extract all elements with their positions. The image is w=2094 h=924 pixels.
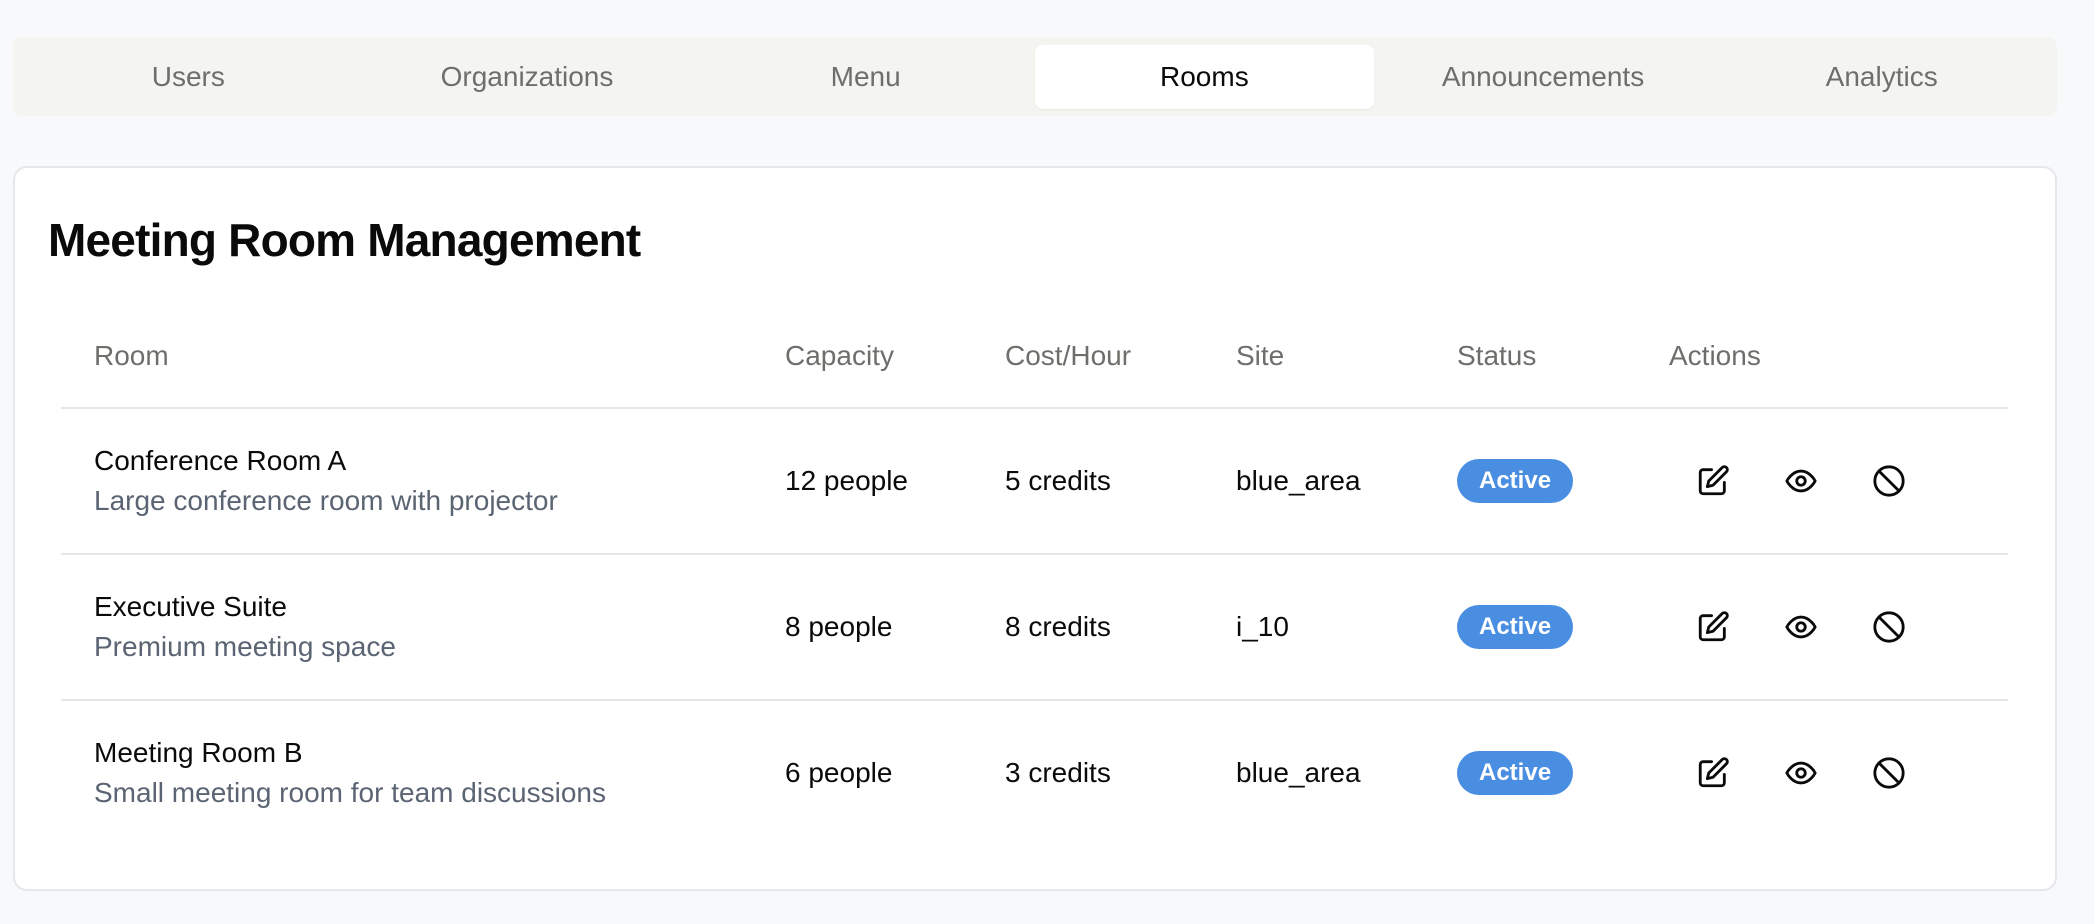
edit-room-button[interactable] <box>1693 461 1733 501</box>
row-actions <box>1669 555 1909 699</box>
tab-users[interactable]: Users <box>19 45 358 109</box>
rooms-table: Room Capacity Cost/Hour Site Status Acti… <box>61 330 2008 845</box>
edit-room-button[interactable] <box>1693 607 1733 647</box>
ban-icon <box>1873 611 1905 643</box>
ban-icon <box>1873 757 1905 789</box>
tab-announcements[interactable]: Announcements <box>1374 45 1713 109</box>
room-site: blue_area <box>1236 465 1361 496</box>
room-capacity: 12 people <box>785 465 909 496</box>
row-actions <box>1669 701 1909 845</box>
room-site: i_10 <box>1236 611 1289 642</box>
room-cell: Meeting Room B Small meeting room for te… <box>94 701 606 845</box>
row-actions <box>1669 409 1909 553</box>
room-cost: 8 credits <box>1005 611 1111 642</box>
room-cost: 5 credits <box>1005 465 1111 496</box>
tab-menu[interactable]: Menu <box>696 45 1035 109</box>
view-room-button[interactable] <box>1781 753 1821 793</box>
status-cell: Active <box>1457 555 1574 699</box>
tab-rooms[interactable]: Rooms <box>1035 44 1374 109</box>
eye-icon <box>1785 469 1817 493</box>
status-badge: Active <box>1457 459 1574 503</box>
view-room-button[interactable] <box>1781 461 1821 501</box>
column-header-room: Room <box>94 340 169 371</box>
column-header-cost: Cost/Hour <box>1005 340 1132 371</box>
ban-icon <box>1873 465 1905 497</box>
room-description: Small meeting room for team discussions <box>94 777 606 808</box>
eye-icon <box>1785 761 1817 785</box>
room-name: Meeting Room B <box>94 737 303 768</box>
status-badge: Active <box>1457 605 1574 649</box>
edit-icon <box>1698 465 1729 496</box>
room-cost: 3 credits <box>1005 757 1111 788</box>
room-site: blue_area <box>1236 757 1361 788</box>
table-row: Conference Room A Large conference room … <box>61 409 2008 555</box>
room-description: Premium meeting space <box>94 631 396 662</box>
edit-icon <box>1698 757 1729 788</box>
tab-analytics[interactable]: Analytics <box>1712 45 2051 109</box>
room-name: Executive Suite <box>94 591 287 622</box>
status-cell: Active <box>1457 409 1574 553</box>
column-header-status: Status <box>1457 340 1537 371</box>
disable-room-button[interactable] <box>1869 753 1909 793</box>
room-description: Large conference room with projector <box>94 485 558 516</box>
room-cell: Executive Suite Premium meeting space <box>94 555 396 699</box>
edit-room-button[interactable] <box>1693 753 1733 793</box>
status-cell: Active <box>1457 701 1574 845</box>
room-name: Conference Room A <box>94 445 347 476</box>
table-row: Executive Suite Premium meeting space 8 … <box>61 555 2008 701</box>
column-header-capacity: Capacity <box>785 340 894 371</box>
view-room-button[interactable] <box>1781 607 1821 647</box>
status-badge: Active <box>1457 751 1574 795</box>
disable-room-button[interactable] <box>1869 607 1909 647</box>
room-cell: Conference Room A Large conference room … <box>94 409 558 553</box>
eye-icon <box>1785 615 1817 639</box>
tab-organizations[interactable]: Organizations <box>358 45 697 109</box>
column-header-site: Site <box>1236 340 1285 371</box>
table-row: Meeting Room B Small meeting room for te… <box>61 701 2008 845</box>
room-capacity: 6 people <box>785 757 893 788</box>
page-title: Meeting Room Management <box>48 214 641 266</box>
disable-room-button[interactable] <box>1869 461 1909 501</box>
table-header: Room Capacity Cost/Hour Site Status Acti… <box>61 330 2008 409</box>
tab-bar: Users Organizations Menu Rooms Announcem… <box>13 37 2057 116</box>
room-capacity: 8 people <box>785 611 893 642</box>
edit-icon <box>1698 611 1729 642</box>
column-header-actions: Actions <box>1669 340 1761 371</box>
